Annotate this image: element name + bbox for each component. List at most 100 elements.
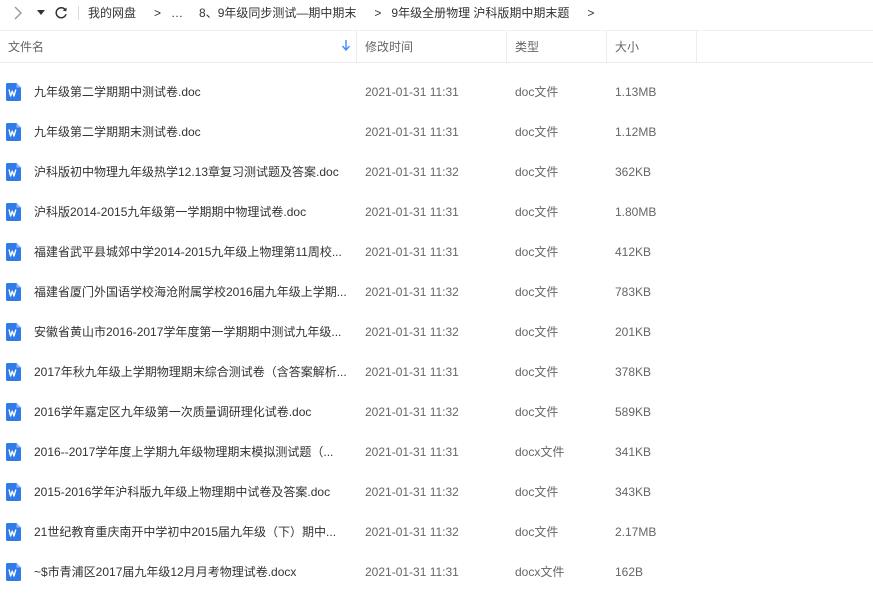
file-row[interactable]: 2016--2017学年度上学期九年级物理期末模拟测试题（... 2021-01… — [0, 432, 873, 472]
file-row[interactable]: 福建省厦门外国语学校海沧附属学校2016届九年级上学期... 2021-01-3… — [0, 272, 873, 312]
file-row[interactable]: 安徽省黄山市2016-2017学年度第一学期期中测试九年级... 2021-01… — [0, 312, 873, 352]
file-type: docx文件 — [515, 445, 565, 459]
file-row[interactable]: 沪科版初中物理九年级热学12.13章复习测试题及答案.doc 2021-01-3… — [0, 152, 873, 192]
file-type: doc文件 — [515, 405, 559, 419]
file-type: doc文件 — [515, 285, 559, 299]
column-header-type-label: 类型 — [515, 40, 540, 54]
file-size: 783KB — [615, 285, 652, 299]
file-modified-time: 2021-01-31 11:32 — [365, 485, 459, 499]
file-modified-time: 2021-01-31 11:32 — [365, 285, 459, 299]
file-modified-time: 2021-01-31 11:31 — [365, 445, 459, 459]
breadcrumb-item-ellipsis[interactable]: … — [171, 6, 183, 20]
breadcrumb-item-home[interactable]: 我的网盘 — [88, 4, 136, 21]
word-doc-icon — [6, 83, 21, 101]
file-type: doc文件 — [515, 245, 559, 259]
file-name[interactable]: 安徽省黄山市2016-2017学年度第一学期期中测试九年级... — [34, 312, 352, 352]
file-row[interactable]: 九年级第二学期期末测试卷.doc 2021-01-31 11:31 doc文件 … — [0, 112, 873, 152]
file-type: doc文件 — [515, 325, 559, 339]
breadcrumb: 我的网盘 > … 8、9年级同步测试—期中期末 > 9年级全册物理 沪科版期中期… — [88, 4, 604, 21]
sort-descending-icon[interactable] — [342, 40, 350, 51]
file-modified-time: 2021-01-31 11:32 — [365, 525, 459, 539]
file-row[interactable]: ~$市青浦区2017届九年级12月月考物理试卷.docx 2021-01-31 … — [0, 552, 873, 592]
file-size: 378KB — [615, 365, 652, 379]
file-modified-time: 2021-01-31 11:31 — [365, 125, 459, 139]
word-doc-icon — [6, 403, 21, 421]
word-doc-icon — [6, 443, 21, 461]
word-doc-icon — [6, 483, 21, 501]
word-doc-icon — [6, 323, 21, 341]
toolbar-divider — [78, 5, 79, 20]
file-name[interactable]: 2016学年嘉定区九年级第一次质量调研理化试卷.doc — [34, 392, 352, 432]
column-header-size-label: 大小 — [615, 40, 640, 54]
file-size: 1.12MB — [615, 125, 657, 139]
file-type: doc文件 — [515, 85, 559, 99]
caret-down-icon — [37, 9, 45, 15]
file-size: 341KB — [615, 445, 652, 459]
file-name[interactable]: 九年级第二学期期末测试卷.doc — [34, 112, 352, 152]
file-size: 201KB — [615, 325, 652, 339]
file-type: doc文件 — [515, 165, 559, 179]
file-name[interactable]: 沪科版初中物理九年级热学12.13章复习测试题及答案.doc — [34, 152, 352, 192]
file-type: docx文件 — [515, 565, 565, 579]
word-doc-icon — [6, 563, 21, 581]
file-list-header: 文件名 修改时间 类型 大小 — [0, 30, 873, 63]
column-header-modified[interactable]: 修改时间 — [357, 31, 507, 62]
file-name[interactable]: 福建省武平县城郊中学2014-2015九年级上物理第11周校... — [34, 232, 352, 272]
file-modified-time: 2021-01-31 11:31 — [365, 365, 459, 379]
file-size: 589KB — [615, 405, 652, 419]
file-row[interactable]: 福建省武平县城郊中学2014-2015九年级上物理第11周校... 2021-0… — [0, 232, 873, 272]
file-row[interactable]: 21世纪教育重庆南开中学初中2015届九年级（下）期中... 2021-01-3… — [0, 512, 873, 552]
file-type: doc文件 — [515, 205, 559, 219]
file-row[interactable]: 沪科版2014-2015九年级第一学期期中物理试卷.doc 2021-01-31… — [0, 192, 873, 232]
column-header-type[interactable]: 类型 — [507, 31, 607, 62]
back-button[interactable] — [4, 0, 32, 25]
file-name[interactable]: 2015-2016学年沪科版九年级上物理期中试卷及答案.doc — [34, 472, 352, 512]
word-doc-icon — [6, 283, 21, 301]
file-row[interactable]: 2015-2016学年沪科版九年级上物理期中试卷及答案.doc 2021-01-… — [0, 472, 873, 512]
file-modified-time: 2021-01-31 11:31 — [365, 205, 459, 219]
file-size: 343KB — [615, 485, 652, 499]
breadcrumb-separator: > — [154, 5, 162, 20]
breadcrumb-item-folder[interactable]: 8、9年级同步测试—期中期末 — [199, 4, 356, 21]
file-row[interactable]: 2017年秋九年级上学期物理期末综合测试卷（含答案解析... 2021-01-3… — [0, 352, 873, 392]
word-doc-icon — [6, 203, 21, 221]
file-row[interactable]: 2016学年嘉定区九年级第一次质量调研理化试卷.doc 2021-01-31 1… — [0, 392, 873, 432]
column-header-modified-label: 修改时间 — [365, 40, 414, 54]
toolbar: 我的网盘 > … 8、9年级同步测试—期中期末 > 9年级全册物理 沪科版期中期… — [0, 0, 873, 25]
file-list: 九年级第二学期期中测试卷.doc 2021-01-31 11:31 doc文件 … — [0, 72, 873, 592]
word-doc-icon — [6, 363, 21, 381]
breadcrumb-separator: > — [587, 5, 595, 20]
breadcrumb-item-current[interactable]: 9年级全册物理 沪科版期中期末题 — [391, 4, 569, 21]
refresh-button[interactable] — [50, 0, 72, 25]
file-size: 2.17MB — [615, 525, 657, 539]
file-name[interactable]: ~$市青浦区2017届九年级12月月考物理试卷.docx — [34, 552, 352, 592]
word-doc-icon — [6, 523, 21, 541]
file-name[interactable]: 2016--2017学年度上学期九年级物理期末模拟测试题（... — [34, 432, 352, 472]
file-size: 362KB — [615, 165, 652, 179]
file-modified-time: 2021-01-31 11:32 — [365, 325, 459, 339]
column-header-name-label: 文件名 — [8, 40, 45, 54]
file-row[interactable]: 九年级第二学期期中测试卷.doc 2021-01-31 11:31 doc文件 … — [0, 72, 873, 112]
file-size: 1.80MB — [615, 205, 657, 219]
refresh-icon — [55, 6, 67, 18]
file-name[interactable]: 福建省厦门外国语学校海沧附属学校2016届九年级上学期... — [34, 272, 352, 312]
file-modified-time: 2021-01-31 11:31 — [365, 565, 459, 579]
file-name[interactable]: 2017年秋九年级上学期物理期末综合测试卷（含答案解析... — [34, 352, 352, 392]
file-name[interactable]: 21世纪教育重庆南开中学初中2015届九年级（下）期中... — [34, 512, 352, 552]
file-type: doc文件 — [515, 485, 559, 499]
column-header-size[interactable]: 大小 — [607, 31, 697, 62]
file-modified-time: 2021-01-31 11:32 — [365, 405, 459, 419]
file-name[interactable]: 九年级第二学期期中测试卷.doc — [34, 72, 352, 112]
file-size: 162B — [615, 565, 644, 579]
breadcrumb-separator: > — [374, 5, 382, 20]
file-type: doc文件 — [515, 125, 559, 139]
file-size: 1.13MB — [615, 85, 657, 99]
file-modified-time: 2021-01-31 11:32 — [365, 165, 459, 179]
file-type: doc文件 — [515, 525, 559, 539]
history-dropdown-button[interactable] — [32, 0, 50, 25]
word-doc-icon — [6, 243, 21, 261]
chevron-right-icon — [14, 6, 22, 19]
column-header-name[interactable]: 文件名 — [0, 31, 357, 62]
file-type: doc文件 — [515, 365, 559, 379]
file-name[interactable]: 沪科版2014-2015九年级第一学期期中物理试卷.doc — [34, 192, 352, 232]
